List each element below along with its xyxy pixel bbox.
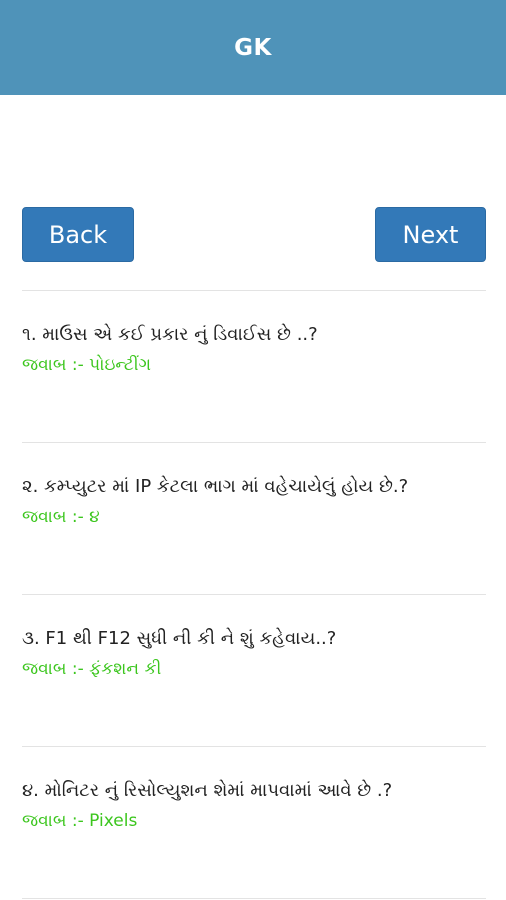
question-item: ૨. કમ્પ્યુટર માં IP કેટલા ભાગ માં વહેચાય… [22, 443, 486, 594]
answer-text: જવાબ :- ફંકશન કી [22, 659, 162, 679]
question-text: ૧. માઉસ એ કઈ પ્રકાર નું ડિવાઈસ છે ..? [22, 324, 318, 345]
question-item: ૧. માઉસ એ કઈ પ્રકાર નું ડિવાઈસ છે ..? જવ… [22, 291, 486, 442]
question-list: ૧. માઉસ એ કઈ પ્રકાર નું ડિવાઈસ છે ..? જવ… [22, 290, 486, 899]
question-text: ૩. F1 થી F12 સુધી ની કી ને શું કહેવાય..? [22, 628, 337, 649]
app-title: GK [234, 34, 272, 61]
answer-text: જવાબ :- Pixels [22, 811, 138, 831]
question-item: ૩. F1 થી F12 સુધી ની કી ને શું કહેવાય..?… [22, 595, 486, 746]
answer-text: જવાબ :- ૪ [22, 507, 100, 527]
app-bar: GK [0, 0, 506, 95]
divider [22, 898, 486, 899]
answer-text: જવાબ :- પોઇન્ટીંગ [22, 355, 152, 375]
question-text: ૪. મોનિટર નું રિસોલ્યુશન શેમાં માપવામાં … [22, 780, 393, 801]
back-button[interactable]: Back [22, 207, 134, 262]
next-button[interactable]: Next [375, 207, 486, 262]
question-item: ૪. મોનિટર નું રિસોલ્યુશન શેમાં માપવામાં … [22, 747, 486, 898]
question-text: ૨. કમ્પ્યુટર માં IP કેટલા ભાગ માં વહેચાય… [22, 476, 409, 497]
